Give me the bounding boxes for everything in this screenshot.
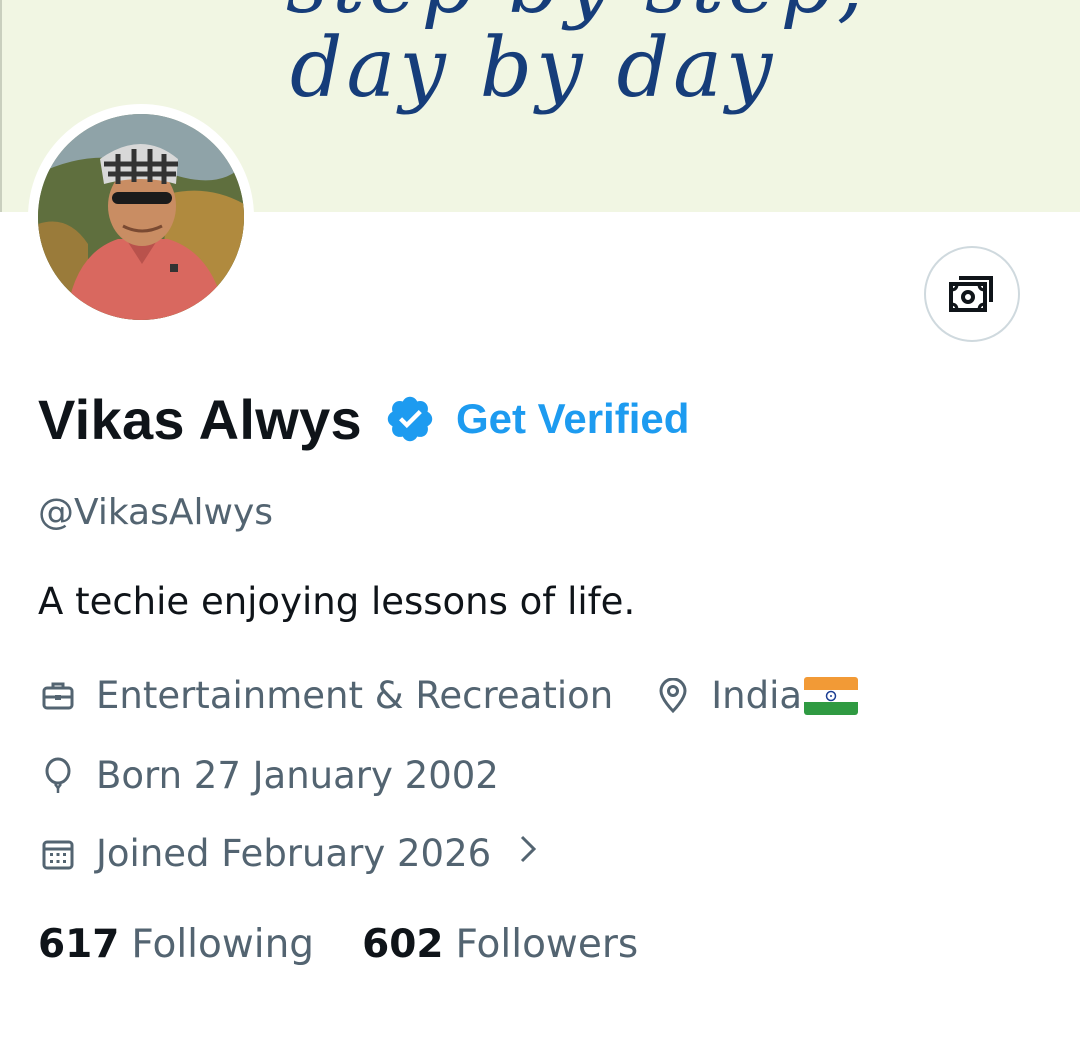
chevron-right-icon[interactable] bbox=[517, 832, 539, 875]
following-label: Following bbox=[131, 922, 315, 967]
following-link[interactable]: 617 Following bbox=[38, 922, 314, 967]
location-pin-icon bbox=[653, 676, 693, 716]
india-flag-icon bbox=[804, 676, 859, 715]
avatar-photo bbox=[38, 114, 244, 320]
avatar[interactable] bbox=[38, 114, 244, 320]
profile-birthday: Born 27 January 2002 bbox=[96, 754, 499, 797]
profile-handle: @VikasAlwys bbox=[38, 492, 274, 533]
followers-link[interactable]: 602 Followers bbox=[362, 922, 638, 967]
followers-count: 602 bbox=[362, 922, 444, 967]
profile-name: Vikas Alwys bbox=[38, 387, 362, 451]
get-verified-link[interactable]: Get Verified bbox=[456, 395, 689, 443]
profile-meta-row-2: Born 27 January 2002 bbox=[38, 754, 499, 797]
profile-meta-row-1: Entertainment & Recreation India bbox=[38, 674, 859, 717]
profile-location: India bbox=[711, 674, 803, 717]
balloon-icon bbox=[38, 756, 78, 796]
profile-category: Entertainment & Recreation bbox=[96, 674, 614, 717]
profile-stats: 617 Following 602 Followers bbox=[38, 922, 638, 967]
briefcase-icon bbox=[38, 676, 78, 716]
profile-joined: Joined February 2026 bbox=[96, 832, 492, 875]
followers-label: Followers bbox=[455, 922, 639, 967]
banner-text-main: day by day bbox=[290, 21, 777, 116]
following-count: 617 bbox=[38, 922, 120, 967]
tip-money-button[interactable] bbox=[924, 246, 1020, 342]
calendar-icon bbox=[38, 834, 78, 874]
profile-bio: A techie enjoying lessons of life. bbox=[38, 580, 636, 623]
profile-name-row: Vikas Alwys Get Verified bbox=[38, 384, 689, 454]
banner-edge bbox=[0, 0, 2, 212]
money-icon bbox=[949, 276, 993, 312]
profile-meta-row-3[interactable]: Joined February 2026 bbox=[38, 832, 539, 875]
verified-badge-icon[interactable] bbox=[384, 393, 436, 445]
